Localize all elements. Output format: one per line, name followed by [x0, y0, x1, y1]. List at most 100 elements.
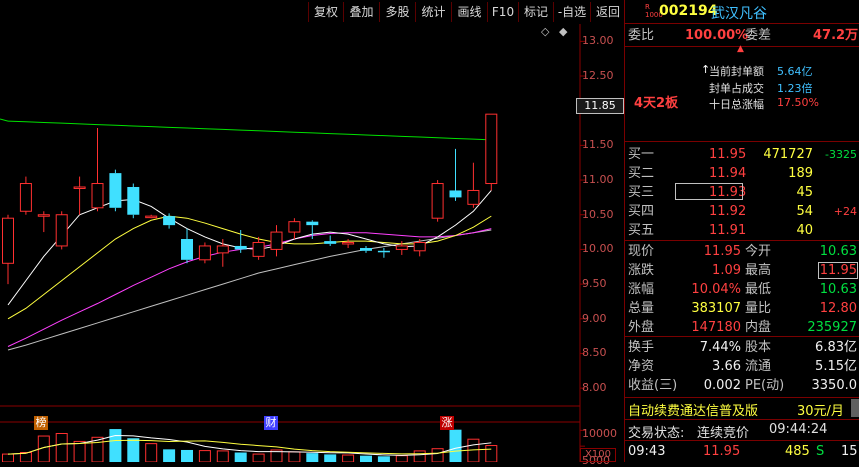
bid-row[interactable]: 买五 11.91 40	[625, 222, 859, 240]
price-tick: 13.00	[582, 34, 614, 48]
chart-toolbar: 复权 叠加 多股 统计 画线 F10 标记 -自选 返回	[0, 0, 624, 24]
price-tick: 10.00	[582, 242, 614, 256]
bid-row[interactable]: 买四 11.92 54 +24	[625, 203, 859, 221]
stock-name: 武汉凡谷	[711, 6, 767, 22]
trade-status-time: 09:44:24	[769, 422, 828, 437]
candle-body	[234, 245, 247, 250]
volume-bar	[216, 450, 229, 462]
statistics-button[interactable]: 统计	[415, 2, 451, 22]
volume-bar	[145, 443, 158, 462]
stock-code: 002194	[659, 3, 718, 19]
rank-badge[interactable]: 榜	[34, 416, 48, 430]
candle-body	[431, 183, 444, 219]
ad-price[interactable]: 30元/月	[797, 400, 844, 419]
divider	[625, 336, 859, 337]
fundamental-label: PE(动)	[745, 378, 785, 393]
volume-bar	[252, 453, 265, 462]
candle-body	[163, 216, 176, 226]
quote-value: 10.63	[819, 282, 857, 297]
fundamental-value: 0.002	[703, 378, 741, 393]
volume-unit-label: X100	[580, 448, 616, 462]
divider	[625, 419, 859, 420]
quote-value: 12.80	[819, 301, 857, 316]
price-tick: 9.50	[582, 277, 607, 291]
bid-label: 买五	[628, 223, 655, 238]
price-tick: 11.50	[582, 138, 614, 152]
streak-label: 4天2板	[634, 96, 679, 111]
expand-up-icon[interactable]: ▲	[737, 44, 744, 54]
volume-bar	[377, 456, 390, 462]
candle-body	[377, 250, 390, 253]
quote-value: 10.04%	[691, 282, 741, 297]
bid-label: 买四	[628, 204, 655, 219]
weicha-label: 委差	[745, 28, 772, 43]
price-tick: 9.00	[582, 311, 607, 325]
bid-label: 买一	[628, 147, 655, 162]
bid-row[interactable]: 买二 11.94 189	[625, 165, 859, 183]
bid-volume: 189	[788, 166, 813, 181]
volume-bar	[431, 448, 444, 462]
volume-bar	[342, 454, 355, 462]
kline-chart[interactable]: ◇ ◆ 13.0012.5012.0011.5011.0010.5010.009…	[0, 24, 624, 467]
volume-bar	[288, 451, 301, 462]
collapse-icon[interactable]: ◆	[559, 25, 567, 38]
candle-body	[413, 241, 426, 252]
bid-label: 买三	[628, 185, 655, 200]
bid-row[interactable]: 买一 11.95 471727 -3325	[625, 146, 859, 164]
finance-badge[interactable]: 财	[264, 416, 278, 430]
quote-label: 总量	[628, 301, 655, 316]
quote-label: 最低	[745, 282, 772, 297]
candle-body	[109, 173, 122, 208]
draw-line-button[interactable]: 画线	[451, 2, 487, 22]
weibi-label: 委比	[628, 28, 655, 43]
add-favorite-button[interactable]: -自选	[553, 2, 590, 22]
fundamental-label: 换手	[628, 340, 655, 355]
bid-volume: 45	[796, 185, 813, 200]
candle-body	[342, 241, 355, 245]
fundamental-value: 7.44%	[699, 340, 741, 355]
restore-rights-button[interactable]: 复权	[308, 2, 343, 22]
divider	[625, 141, 859, 142]
weibi-value: 100.00%	[685, 28, 749, 43]
bid-volume: 54	[796, 204, 813, 219]
candle-body	[145, 215, 158, 219]
candle-body	[181, 239, 193, 260]
quote-label: 涨跌	[628, 263, 655, 278]
fundamental-label: 净资	[628, 359, 655, 374]
multi-stock-button[interactable]: 多股	[379, 2, 415, 22]
candle-body	[198, 245, 211, 261]
back-button[interactable]: 返回	[590, 2, 625, 22]
bid-price: 11.94	[709, 166, 747, 181]
ten-day-label: 十日总涨幅	[709, 98, 764, 111]
diamond-icon[interactable]: ◇	[541, 25, 549, 38]
volume-bar	[2, 453, 14, 462]
candle-body	[485, 113, 498, 185]
candle-body	[127, 186, 140, 215]
overlay-button[interactable]: 叠加	[343, 2, 379, 22]
price-tick: 11.00	[582, 173, 614, 187]
divider	[625, 23, 859, 24]
tick-extra: 15	[841, 444, 858, 459]
candle-body	[252, 241, 265, 257]
price-tick: 12.50	[582, 69, 614, 83]
bid-change: -3325	[825, 148, 857, 161]
f10-button[interactable]: F10	[487, 2, 518, 22]
quote-value: 1.09	[712, 263, 741, 278]
candle-body	[91, 183, 104, 209]
candle-body	[395, 245, 408, 250]
ad-text[interactable]: 自动续费通达信普及版	[628, 400, 758, 419]
quote-value: 10.63	[819, 244, 857, 259]
volume-bar	[73, 440, 86, 462]
scrollbar[interactable]	[851, 399, 859, 417]
high-highlight-box	[818, 262, 858, 279]
quote-row: 总量 383107 量比 12.80	[625, 300, 859, 318]
bid-price: 11.95	[709, 147, 747, 162]
ma60-line	[7, 120, 492, 141]
candle-body	[270, 231, 283, 250]
selected-bid-box[interactable]	[675, 183, 743, 200]
quote-row: 外盘 147180 内盘 235927	[625, 319, 859, 337]
quote-value: 235927	[807, 320, 857, 335]
mark-button[interactable]: 标记	[518, 2, 553, 22]
fundamental-value: 3.66	[712, 359, 741, 374]
limit-up-badge[interactable]: 涨	[440, 416, 454, 430]
